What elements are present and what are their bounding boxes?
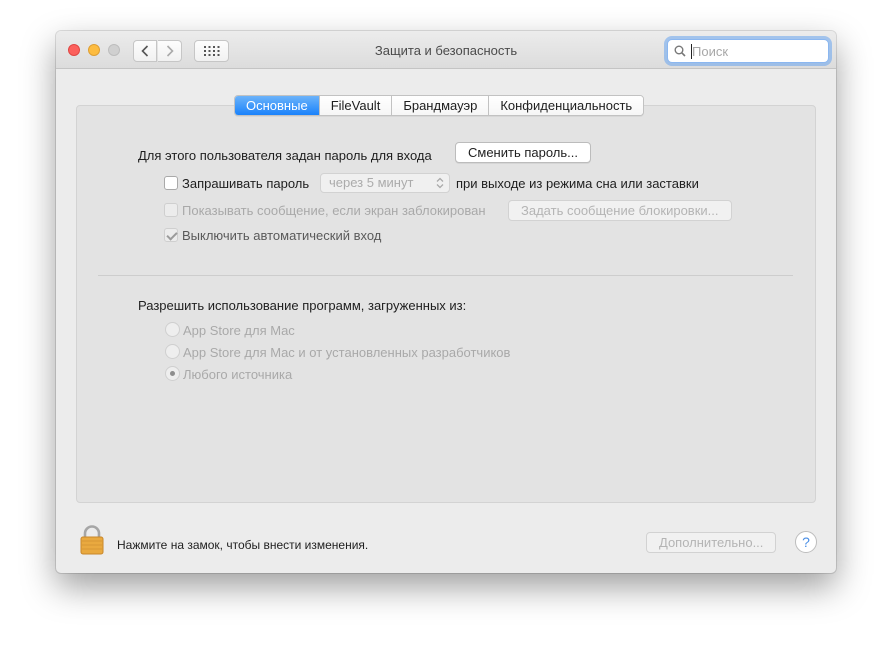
search-input[interactable] [692,42,822,60]
lock-hint-text: Нажмите на замок, чтобы внести изменения… [117,538,369,552]
show-all-button[interactable] [194,40,229,62]
require-password-suffix: при выходе из режима сна или заставки [456,176,699,191]
window-title: Защита и безопасность [374,43,518,58]
radio-app-store[interactable] [165,322,180,337]
disable-autologin-checkbox[interactable] [164,228,178,242]
tab-filevault[interactable]: FileVault [318,96,392,115]
change-password-button[interactable]: Сменить пароль... [455,142,591,163]
forward-button[interactable] [158,40,182,62]
section-divider [98,275,793,276]
chevron-right-icon [166,45,174,57]
disable-autologin-label: Выключить автоматический вход [182,228,382,243]
search-field[interactable] [667,39,829,63]
show-message-checkbox[interactable] [164,203,178,217]
password-delay-value: через 5 минут [329,175,414,190]
preferences-window: Защита и безопасность Основные FileVault… [56,31,836,573]
tab-general[interactable]: Основные [235,96,319,115]
require-password-label: Запрашивать пароль [182,176,310,191]
lock-icon[interactable] [80,525,104,555]
radio-anywhere[interactable] [165,366,180,381]
tab-privacy[interactable]: Конфиденциальность [488,96,644,115]
radio-app-store-developers[interactable] [165,344,180,359]
updown-arrows-icon [436,177,444,189]
tab-bar: Основные FileVault Брандмауэр Конфиденци… [234,95,645,116]
require-password-checkbox[interactable] [164,176,178,190]
radio-app-store-label: App Store для Mac [183,323,295,338]
password-set-label: Для этого пользователя задан пароль для … [138,148,432,163]
set-lock-message-button[interactable]: Задать сообщение блокировки... [508,200,732,221]
radio-anywhere-label: Любого источника [183,367,293,382]
close-window-button[interactable] [68,44,80,56]
search-icon [674,45,686,57]
chevron-left-icon [141,45,149,57]
show-message-label: Показывать сообщение, если экран заблоки… [182,203,486,218]
radio-app-store-developers-label: App Store для Mac и от установленных раз… [183,345,511,360]
back-button[interactable] [133,40,157,62]
title-bar: Защита и безопасность [56,31,836,69]
password-delay-popup[interactable]: через 5 минут [320,173,450,193]
zoom-window-button[interactable] [108,44,120,56]
advanced-button[interactable]: Дополнительно... [646,532,777,553]
tab-firewall[interactable]: Брандмауэр [391,96,489,115]
help-button[interactable]: ? [795,531,817,553]
grid-icon [203,46,219,56]
allow-apps-heading: Разрешить использование программ, загруж… [138,298,467,313]
minimize-window-button[interactable] [88,44,100,56]
